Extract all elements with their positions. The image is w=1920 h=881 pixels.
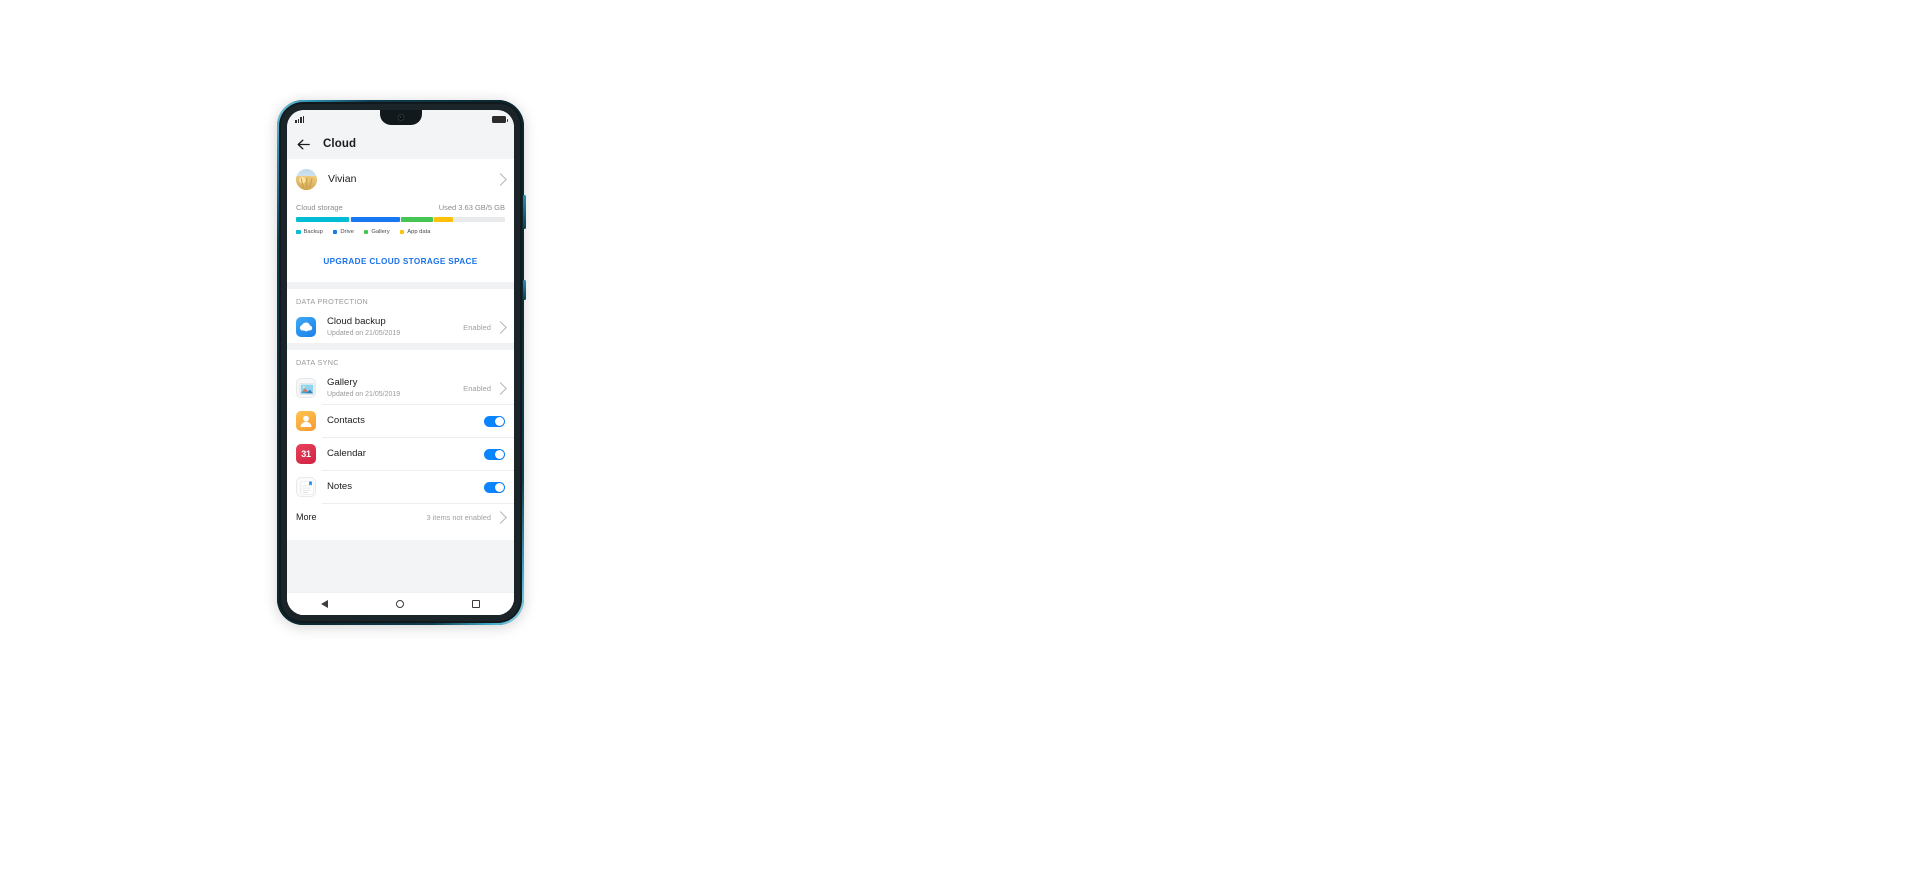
row-status-value: Enabled	[463, 322, 491, 332]
volume-button[interactable]	[523, 195, 526, 229]
upgrade-row: UPGRADE CLOUD STORAGE SPACE	[287, 244, 514, 282]
front-camera-icon	[397, 113, 404, 121]
legend-label: App data	[407, 229, 431, 235]
nav-recents-square-icon[interactable]	[472, 600, 480, 608]
more-value: 3 items not enabled	[426, 512, 491, 522]
storage-legend: Backup Drive Gallery App data	[296, 229, 505, 235]
avatar	[296, 168, 317, 190]
legend-item: Drive	[332, 229, 354, 235]
app-bar: Cloud	[287, 129, 514, 159]
display-notch	[379, 110, 422, 125]
phone-bezel: Cloud Vivian Cloud storage Used 3.63 GB/…	[281, 104, 520, 621]
upgrade-cloud-storage-button[interactable]: UPGRADE CLOUD STORAGE SPACE	[323, 257, 477, 266]
contacts-icon	[296, 411, 316, 431]
signal-bars-icon	[295, 115, 304, 123]
row-title: Notes	[327, 481, 353, 492]
calendar-day-number: 31	[301, 449, 311, 459]
storage-segment-drive	[350, 217, 400, 222]
toggle-switch[interactable]	[484, 448, 505, 460]
list-item-cloud-backup[interactable]: Cloud backup Updated on 21/05/2019 Enabled	[287, 311, 514, 343]
legend-label: Drive	[340, 229, 354, 235]
cloud-backup-icon	[296, 317, 316, 337]
gallery-icon	[296, 378, 316, 398]
chevron-right-icon	[494, 510, 507, 524]
toggle-switch[interactable]	[484, 415, 505, 427]
toggle-switch[interactable]	[484, 481, 505, 493]
legend-label: Gallery	[371, 229, 390, 235]
legend-label: Backup	[303, 229, 323, 235]
back-arrow-icon[interactable]	[295, 136, 312, 153]
toggle-knob	[495, 482, 504, 492]
legend-swatch-icon	[296, 229, 301, 235]
nav-back-triangle-icon[interactable]	[321, 600, 328, 608]
battery-icon	[492, 115, 508, 123]
row-texts: Contacts	[327, 415, 484, 427]
chevron-right-icon	[494, 381, 507, 395]
list-item-notes[interactable]: Notes	[287, 471, 514, 503]
storage-segment-backup	[296, 217, 350, 222]
section-title: DATA PROTECTION	[287, 289, 514, 311]
settings-scroll-area[interactable]: Vivian Cloud storage Used 3.63 GB/5 GB B…	[287, 159, 514, 540]
storage-usage-bar	[296, 217, 505, 222]
section-separator	[287, 282, 514, 289]
account-row[interactable]: Vivian	[287, 159, 514, 199]
list-item-calendar[interactable]: 31 Calendar	[287, 438, 514, 470]
row-texts: Cloud backup Updated on 21/05/2019	[327, 316, 463, 338]
row-subtitle: Updated on 21/05/2019	[327, 390, 401, 398]
toggle-knob	[495, 416, 504, 426]
storage-segment-app-data	[434, 217, 454, 222]
section-separator	[287, 343, 514, 350]
account-name: Vivian	[328, 173, 357, 185]
row-title: Cloud backup	[327, 315, 386, 327]
section-title: DATA SYNC	[287, 350, 514, 372]
storage-label: Cloud storage	[296, 203, 343, 212]
nav-home-circle-icon[interactable]	[396, 600, 404, 608]
legend-swatch-icon	[399, 229, 405, 235]
more-row[interactable]: More 3 items not enabled	[287, 504, 514, 530]
row-title: Calendar	[327, 448, 366, 459]
row-title: Gallery	[327, 376, 358, 388]
more-label: More	[296, 512, 317, 522]
power-button[interactable]	[523, 280, 526, 300]
legend-item: Backup	[296, 229, 323, 235]
legend-item: App data	[399, 229, 431, 235]
storage-segment-gallery	[401, 217, 433, 222]
calendar-icon: 31	[296, 444, 316, 464]
chevron-right-icon	[494, 172, 507, 186]
legend-swatch-icon	[363, 229, 369, 235]
row-texts: Gallery Updated on 21/05/2019	[327, 377, 463, 399]
chevron-right-icon	[494, 320, 507, 334]
page-title: Cloud	[323, 138, 357, 150]
list-item-gallery[interactable]: Gallery Updated on 21/05/2019 Enabled	[287, 372, 514, 404]
android-nav-bar	[287, 592, 514, 615]
legend-item: Gallery	[363, 229, 390, 235]
settings-sections: DATA PROTECTION Cloud backup Updated on 2…	[287, 282, 514, 503]
row-title: Contacts	[327, 415, 365, 426]
toggle-knob	[495, 449, 504, 459]
notes-icon	[296, 477, 316, 497]
storage-header: Cloud storage Used 3.63 GB/5 GB	[296, 203, 505, 212]
list-item-contacts[interactable]: Contacts	[287, 405, 514, 437]
row-texts: Notes	[327, 481, 484, 493]
phone-screen: Cloud Vivian Cloud storage Used 3.63 GB/…	[287, 110, 514, 615]
screenshot-canvas: Cloud Vivian Cloud storage Used 3.63 GB/…	[0, 0, 1920, 881]
row-texts: Calendar	[327, 448, 484, 460]
row-status-value: Enabled	[463, 383, 491, 393]
storage-used-text: Used 3.63 GB/5 GB	[438, 203, 505, 212]
phone-device: Cloud Vivian Cloud storage Used 3.63 GB/…	[277, 100, 526, 625]
row-subtitle: Updated on 21/05/2019	[327, 329, 401, 337]
cloud-storage-block: Cloud storage Used 3.63 GB/5 GB Backup Dr…	[287, 199, 514, 244]
legend-swatch-icon	[332, 229, 338, 235]
